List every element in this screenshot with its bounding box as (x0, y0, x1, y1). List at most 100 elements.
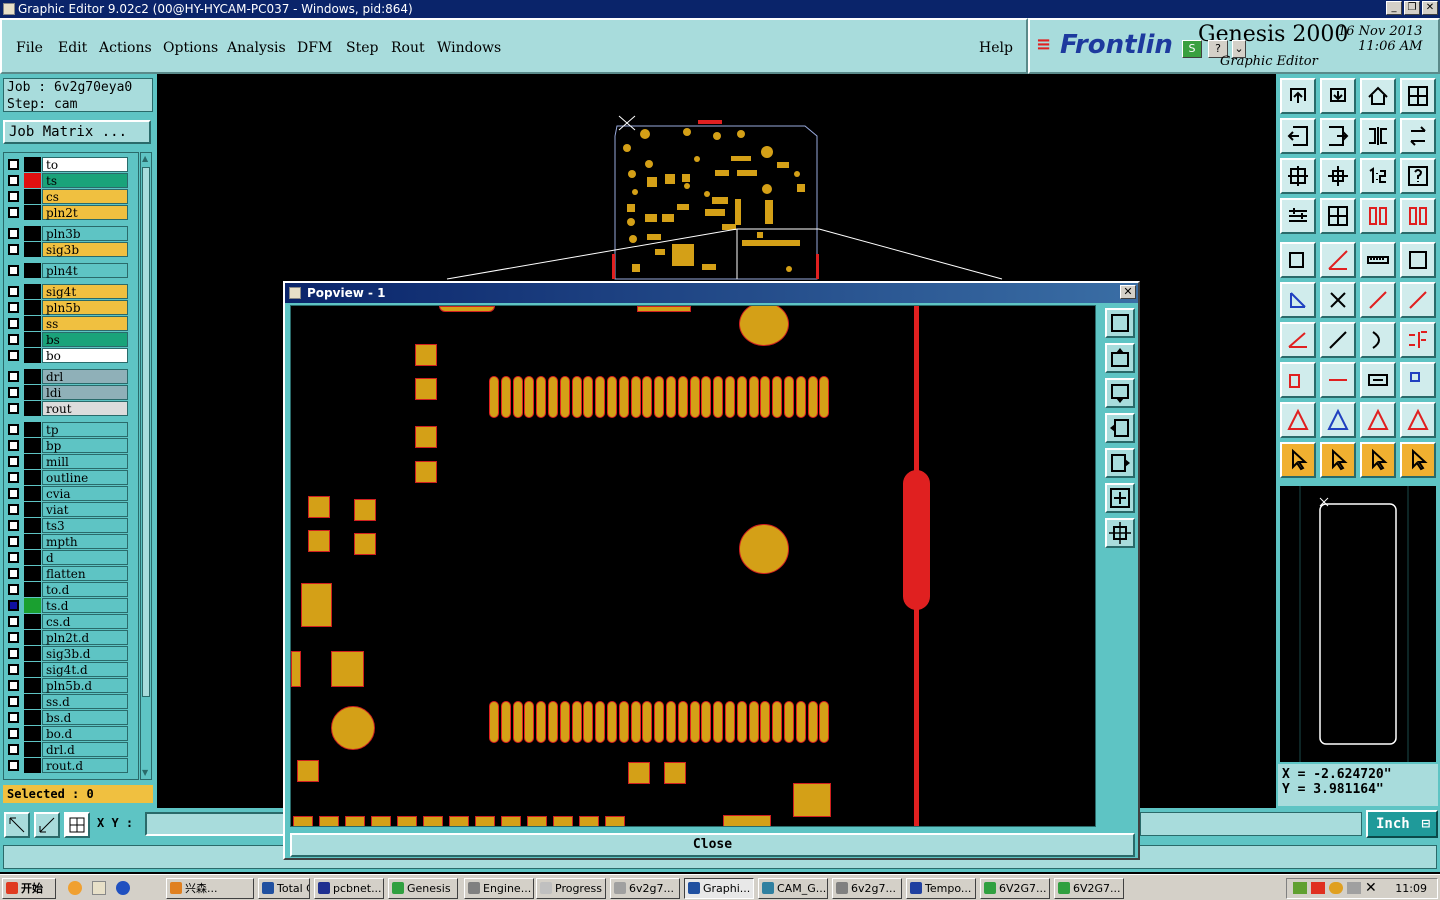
layer-color-swatch[interactable] (24, 534, 41, 549)
menu-file[interactable]: File (16, 40, 43, 56)
layer-name[interactable]: d (42, 550, 128, 565)
tray-icon[interactable] (1347, 882, 1361, 894)
menu-analysis[interactable]: Analysis (227, 40, 286, 56)
layer-name[interactable]: pln2t (42, 205, 128, 220)
taskbar-button[interactable]: Engine... (464, 878, 534, 899)
line-node-button[interactable] (1360, 282, 1396, 318)
layer-row-cs[interactable]: cs (6, 189, 130, 205)
draw-line-button[interactable] (1320, 242, 1356, 278)
layer-color-swatch[interactable] (24, 678, 41, 693)
layer-checkbox[interactable] (8, 403, 19, 414)
layer-row-sig4t[interactable]: sig4t (6, 284, 130, 300)
zoom-center-button[interactable] (1320, 158, 1356, 194)
layer-name[interactable]: mpth (42, 534, 128, 549)
menu-options[interactable]: Options (163, 40, 218, 56)
layer-color-swatch[interactable] (24, 173, 41, 188)
layer-color-swatch[interactable] (24, 694, 41, 709)
layer-row-pln5b-d[interactable]: pln5b.d (6, 678, 130, 694)
layer-color-swatch[interactable] (24, 454, 41, 469)
layer-color-swatch[interactable] (24, 226, 41, 241)
tray-icon[interactable] (1311, 882, 1325, 894)
layer-row-mpth[interactable]: mpth (6, 534, 130, 550)
xy-input[interactable] (145, 812, 290, 836)
layer-checkbox[interactable] (8, 728, 19, 739)
quick-launch-icon[interactable] (116, 881, 130, 895)
help-button[interactable] (1400, 158, 1436, 194)
layer-scrollbar[interactable]: ▲ ▼ (140, 152, 152, 780)
layer-checkbox[interactable] (8, 207, 19, 218)
layer-name[interactable]: sig3b.d (42, 646, 128, 661)
scroll-thumb[interactable] (142, 167, 150, 697)
layer-name[interactable]: rout.d (42, 758, 128, 773)
layer-color-swatch[interactable] (24, 550, 41, 565)
layer-color-swatch[interactable] (24, 646, 41, 661)
popview-pan-left-button[interactable] (1105, 413, 1135, 443)
layer-color-swatch[interactable] (24, 189, 41, 204)
tray-x-icon[interactable]: ✕ (1365, 879, 1377, 898)
layer-name[interactable]: bs.d (42, 710, 128, 725)
layer-name[interactable]: to (42, 157, 128, 172)
layer-row-drl-d[interactable]: drl.d (6, 742, 130, 758)
layer-row-pln5b[interactable]: pln5b (6, 300, 130, 316)
layer-row-bp[interactable]: bp (6, 438, 130, 454)
layer-row-sig3b-d[interactable]: sig3b.d (6, 646, 130, 662)
menu-actions[interactable]: Actions (99, 40, 152, 56)
popview-close-button[interactable]: Close (290, 833, 1135, 857)
ruler-button[interactable] (1360, 242, 1396, 278)
layer-compare-button[interactable] (1360, 198, 1396, 234)
layer-row-pln2t-d[interactable]: pln2t.d (6, 630, 130, 646)
taskbar-button[interactable]: Total C... (258, 878, 310, 899)
rotate-button[interactable] (1400, 118, 1436, 154)
layer-color-swatch[interactable] (24, 332, 41, 347)
triangle-button[interactable] (1280, 402, 1316, 438)
layer-name[interactable]: cvia (42, 486, 128, 501)
taskbar-button[interactable]: CAM_G... (758, 878, 828, 899)
pointer-box-button[interactable] (1360, 442, 1396, 478)
add-pad-button[interactable] (1280, 242, 1316, 278)
layer-name[interactable]: pln3b (42, 226, 128, 241)
layer-checkbox[interactable] (8, 664, 19, 675)
layer-color-swatch[interactable] (24, 385, 41, 400)
job-matrix-button[interactable]: Job Matrix ... (3, 120, 151, 144)
layer-name[interactable]: to.d (42, 582, 128, 597)
layer-name[interactable]: bo.d (42, 726, 128, 741)
layer-name[interactable]: pln5b.d (42, 678, 128, 693)
layer-checkbox[interactable] (8, 334, 19, 345)
layer-color-swatch[interactable] (24, 518, 41, 533)
grid-tool-button[interactable] (64, 812, 90, 838)
layer-color-swatch[interactable] (24, 614, 41, 629)
pan-right-button[interactable] (1320, 118, 1356, 154)
pointer-button[interactable] (1280, 442, 1316, 478)
taskbar-button[interactable]: 6v2g7... (610, 878, 680, 899)
layer-name[interactable]: drl.d (42, 742, 128, 757)
arc-button[interactable] (1360, 322, 1396, 358)
layer-checkbox[interactable] (8, 456, 19, 467)
layer-name[interactable]: sig4t (42, 284, 128, 299)
page-down-button[interactable] (1320, 78, 1356, 114)
layer-row-drl[interactable]: drl (6, 369, 130, 385)
taskbar-button[interactable]: Graphi... (684, 878, 754, 899)
scroll-up-icon[interactable]: ▲ (142, 154, 150, 164)
popview-pan-right-button[interactable] (1105, 448, 1135, 478)
layer-name[interactable]: pln5b (42, 300, 128, 315)
layer-checkbox[interactable] (8, 760, 19, 771)
layer-row-tp[interactable]: tp (6, 422, 130, 438)
layer-row-pln2t[interactable]: pln2t (6, 205, 130, 221)
layer-color-swatch[interactable] (24, 263, 41, 278)
layer-row-ss[interactable]: ss (6, 316, 130, 332)
layer-row-bo[interactable]: bo (6, 348, 130, 364)
layer-checkbox[interactable] (8, 504, 19, 515)
layer-row-ts3[interactable]: ts3 (6, 518, 130, 534)
line-break-button[interactable] (1320, 362, 1356, 398)
layer-name[interactable]: ldi (42, 385, 128, 400)
popview-zoom-window-button[interactable] (1105, 308, 1135, 338)
layer-color-swatch[interactable] (24, 470, 41, 485)
layer-row-cs-d[interactable]: cs.d (6, 614, 130, 630)
menu-rout[interactable]: Rout (391, 40, 425, 56)
layer-name[interactable]: cs (42, 189, 128, 204)
layer-checkbox[interactable] (8, 318, 19, 329)
units-selector[interactable]: Inch ⊟ (1366, 810, 1438, 838)
layer-color-swatch[interactable] (24, 710, 41, 725)
minimize-button[interactable]: _ (1386, 1, 1402, 15)
layer-color-swatch[interactable] (24, 598, 41, 613)
